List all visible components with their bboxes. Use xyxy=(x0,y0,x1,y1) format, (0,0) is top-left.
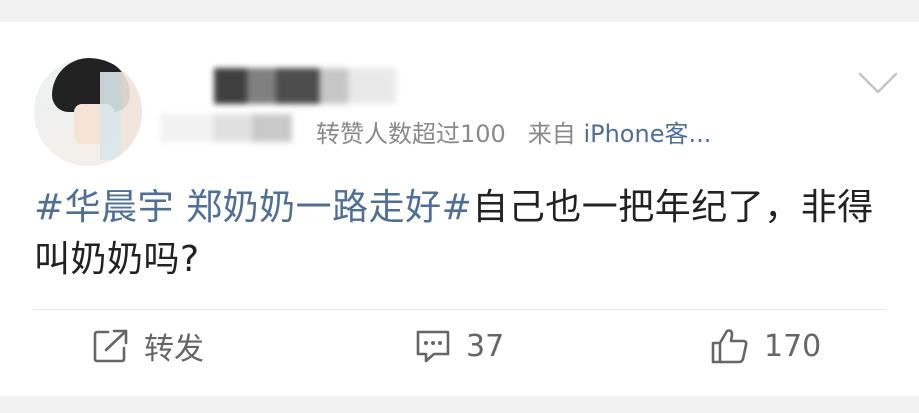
subtitle-redacted xyxy=(160,114,292,142)
forward-count-text: 转赞人数超过100 xyxy=(316,120,506,148)
forward-button[interactable]: 转发 xyxy=(92,326,204,367)
source-text: 来自 iPhone客... xyxy=(528,114,712,149)
comment-count: 37 xyxy=(466,328,505,364)
comment-icon xyxy=(416,330,450,363)
avatar-mosaic xyxy=(100,72,142,160)
avatar[interactable] xyxy=(34,58,142,166)
hashtag-link[interactable]: #华晨宇 郑奶奶一路走好# xyxy=(34,187,472,228)
forward-label: 转发 xyxy=(144,332,204,367)
action-bar: 转发 37 170 xyxy=(0,310,919,396)
comment-button[interactable]: 37 xyxy=(414,326,504,366)
chevron-down-icon[interactable] xyxy=(858,70,898,96)
post-meta: 转赞人数超过100 来自 iPhone客... xyxy=(316,114,711,149)
username-redacted[interactable] xyxy=(214,68,396,104)
post-content: #华晨宇 郑奶奶一路走好#自己也一把年纪了，非得叫奶奶吗? xyxy=(34,182,884,286)
like-button[interactable]: 170 xyxy=(710,326,821,366)
source-prefix: 来自 xyxy=(527,120,584,148)
post-card: 转赞人数超过100 来自 iPhone客... #华晨宇 郑奶奶一路走好#自己也… xyxy=(0,22,919,396)
share-icon xyxy=(93,329,128,363)
source-device[interactable]: iPhone客... xyxy=(583,120,711,148)
thumbs-up-icon xyxy=(711,329,748,364)
like-count: 170 xyxy=(764,328,822,364)
